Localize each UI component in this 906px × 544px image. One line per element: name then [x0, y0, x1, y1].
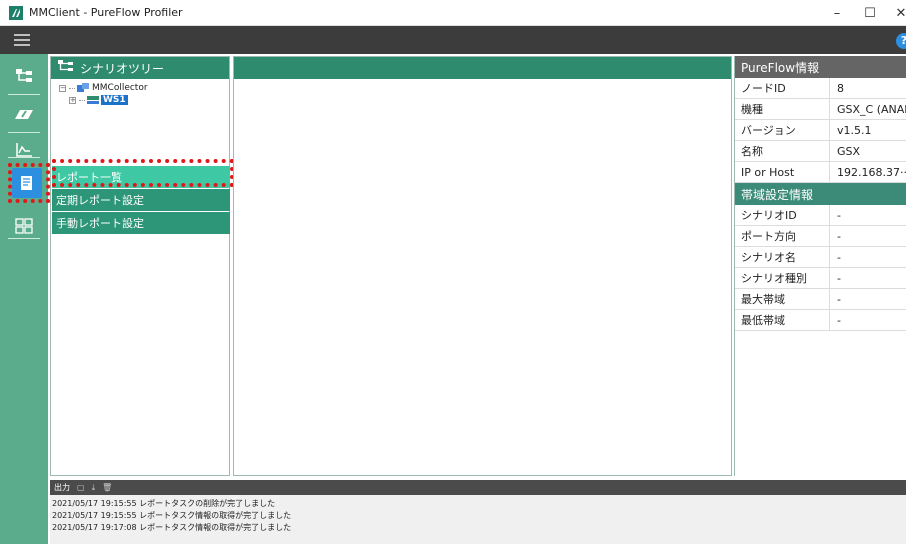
tree-connector: [79, 99, 85, 101]
expand-toggle-icon[interactable]: +: [69, 96, 76, 104]
info-value: -: [837, 313, 841, 327]
download-icon[interactable]: ⤓: [92, 483, 96, 493]
info-value: 8: [837, 81, 844, 95]
menu-item-label: 手動レポート設定: [56, 217, 144, 230]
output-title: 出力: [54, 483, 70, 492]
info-key: IP or Host: [735, 162, 830, 182]
info-key: 名称: [735, 141, 830, 161]
line-graph-icon: [16, 143, 32, 157]
info-value: GSX: [837, 144, 861, 158]
close-button[interactable]: ✕: [884, 0, 906, 26]
top-toolbar: ?: [0, 26, 906, 54]
info-row: 最大帯域 -: [735, 289, 906, 310]
info-value: -: [837, 250, 841, 264]
layout-grid-icon: [15, 218, 33, 234]
scenario-tree-icon: [16, 69, 32, 82]
scenario-tree-panel: シナリオツリー − MMCollector + WS1 レポート一覧 定期レポー…: [50, 56, 230, 476]
scenario-tree-title: シナリオツリー: [80, 61, 165, 76]
info-row: シナリオ種別 -: [735, 268, 906, 289]
info-key: 最低帯域: [735, 310, 830, 330]
highlight-report-nav: [8, 163, 50, 203]
info-value: -: [837, 271, 841, 285]
help-icon[interactable]: ?: [896, 33, 906, 49]
pureflow-info-header: PureFlow情報: [735, 56, 906, 78]
info-row: ノードID 8: [735, 78, 906, 99]
info-value: -: [837, 292, 841, 306]
info-key: シナリオ種別: [735, 268, 830, 288]
collapse-toggle-icon[interactable]: −: [59, 84, 66, 92]
nav-scenario-tree-button[interactable]: [8, 60, 40, 92]
info-panel: PureFlow情報 ノードID 8 機種 GSX_C (ANALY バージョン v1…: [734, 56, 906, 476]
title-bar: MMClient - PureFlow Profiler – ☐ ✕: [0, 0, 906, 26]
info-value: -: [837, 229, 841, 243]
nav-divider: [8, 157, 40, 158]
info-row: ポート方向 -: [735, 226, 906, 247]
info-value: -: [837, 208, 841, 222]
info-key: ノードID: [735, 78, 830, 98]
info-row: シナリオID -: [735, 205, 906, 226]
tree-node-label: MMCollector: [92, 83, 148, 93]
nav-divider: [8, 238, 40, 239]
info-row: 名称 GSX: [735, 141, 906, 162]
menu-item-label: 定期レポート設定: [56, 194, 144, 207]
trash-icon[interactable]: 🗑: [102, 483, 112, 492]
maximize-button[interactable]: ☐: [853, 0, 887, 26]
info-row: 機種 GSX_C (ANALY: [735, 99, 906, 120]
menu-periodic-report-settings[interactable]: 定期レポート設定: [52, 189, 230, 211]
pureflow-device-icon: [15, 110, 33, 119]
log-line: 2021/05/17 19:17:08 レポートタスク情報の取得が完了しました: [52, 523, 292, 532]
pureflow-node-icon: [87, 96, 99, 104]
info-value: 192.168.37···: [837, 165, 906, 179]
info-key: ポート方向: [735, 226, 830, 246]
tree-node-label: WS1: [101, 95, 128, 105]
main-content-header: [234, 57, 731, 79]
scenario-tree-header: シナリオツリー: [51, 57, 229, 79]
info-key: シナリオ名: [735, 247, 830, 267]
info-row: バージョン v1.5.1: [735, 120, 906, 141]
info-key: シナリオID: [735, 205, 830, 225]
app-logo-icon: [9, 5, 23, 20]
tree-node-ws1[interactable]: + WS1: [69, 95, 128, 105]
minimize-button[interactable]: –: [820, 0, 854, 26]
menu-manual-report-settings[interactable]: 手動レポート設定: [52, 212, 230, 234]
scenario-tree-icon: [58, 60, 74, 76]
main-content-panel: [233, 56, 732, 476]
band-info-header: 帯域設定情報: [735, 183, 906, 205]
log-line: 2021/05/17 19:15:55 レポートタスクの削除が完了しました: [52, 499, 276, 508]
info-value: GSX_C (ANALY: [837, 102, 906, 116]
hamburger-menu-icon[interactable]: [14, 34, 30, 46]
highlight-report-list: [52, 159, 234, 187]
output-log: 2021/05/17 19:15:55 レポートタスクの削除が完了しました 20…: [50, 495, 906, 544]
icon-sidebar: [0, 54, 48, 544]
info-row: 最低帯域 -: [735, 310, 906, 331]
info-row: シナリオ名 -: [735, 247, 906, 268]
output-toolbar: 出力 ▢ ⤓ 🗑: [50, 480, 906, 495]
info-value: v1.5.1: [837, 123, 872, 137]
nav-graph-button[interactable]: [8, 134, 40, 166]
nav-divider: [8, 132, 40, 133]
nav-divider: [8, 94, 40, 95]
tree-connector: [69, 87, 75, 89]
window-title: MMClient - PureFlow Profiler: [29, 6, 183, 19]
nav-pureflow-button[interactable]: [8, 98, 40, 130]
clear-output-icon[interactable]: ▢: [77, 483, 85, 492]
collector-icon: [77, 83, 89, 92]
tree-node-mmcollector[interactable]: − MMCollector: [59, 83, 148, 93]
info-key: バージョン: [735, 120, 830, 140]
info-key: 最大帯域: [735, 289, 830, 309]
log-line: 2021/05/17 19:15:55 レポートタスク情報の取得が完了しました: [52, 511, 292, 520]
info-key: 機種: [735, 99, 830, 119]
info-row: IP or Host 192.168.37···: [735, 162, 906, 183]
